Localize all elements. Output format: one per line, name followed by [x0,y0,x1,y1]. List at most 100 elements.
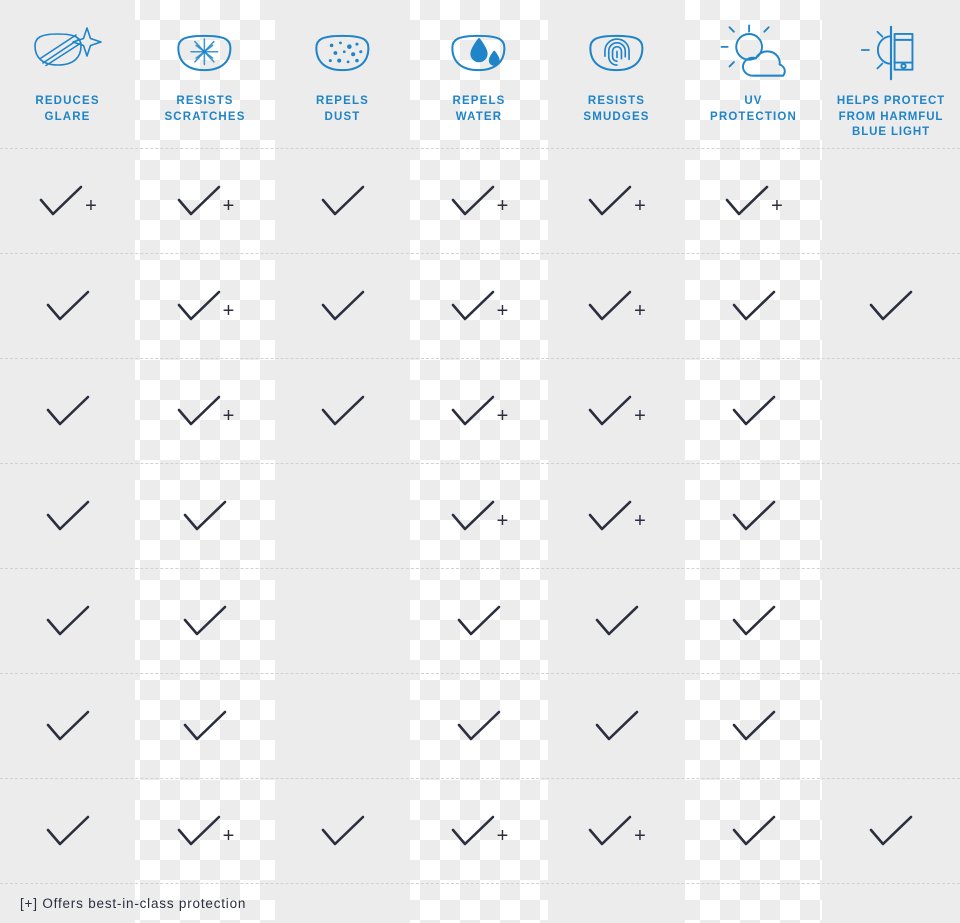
check-icon [731,709,777,743]
header-cell-repels-water: REPELS WATER [410,0,548,148]
cell-row-6-resists-scratches [135,673,275,778]
header-cell-resists-smudges: RESISTS SMUDGES [548,0,685,148]
check-icon [45,289,91,323]
best-in-class-plus: + [496,299,509,322]
best-in-class-plus: + [634,194,646,217]
check-plus-icon: + [450,184,508,218]
best-in-class-plus: + [222,299,235,322]
check-plus-icon: + [176,814,235,848]
check-icon [456,604,502,638]
cell-row-2-resists-scratches: + [135,253,275,358]
check-plus-icon: + [587,394,646,428]
cell-row-5-resists-smudges [548,568,685,673]
cell-row-1-resists-scratches: + [135,148,275,253]
cell-row-4-repels-dust [275,463,410,568]
table-footer: [+] Offers best-in-class protection [0,883,960,923]
check-plus-icon: + [450,289,509,323]
cell-row-5-repels-water [410,568,548,673]
cell-row-5-reduces-glare [0,568,135,673]
check-icon [182,604,228,638]
check-icon [320,814,366,848]
cell-row-3-resists-scratches: + [135,358,275,463]
lens-water-drop-icon [446,22,512,84]
features-comparison-table: REDUCES GLARE RESISTS SCRATCHES REPELS DUS… [0,0,960,923]
cell-row-3-resists-smudges: + [548,358,685,463]
cell-row-1-repels-water: + [410,148,548,253]
cell-row-2-reduces-glare [0,253,135,358]
header-label-uv-protection: UV PROTECTION [710,95,797,123]
check-icon [45,709,91,743]
cell-row-5-repels-dust [275,568,410,673]
cell-row-1-blue-light [822,148,960,253]
cell-row-2-repels-water: + [410,253,548,358]
check-icon [320,184,366,218]
check-icon [731,814,777,848]
cell-row-3-blue-light [822,358,960,463]
header-label-resists-scratches: RESISTS SCRATCHES [164,95,246,123]
header-cell-repels-dust: REPELS DUST [275,0,410,148]
check-icon [868,289,914,323]
header-label-resists-smudges: RESISTS SMUDGES [583,95,650,123]
header-cell-resists-scratches: RESISTS SCRATCHES [135,0,275,148]
cell-row-4-resists-scratches [135,463,275,568]
header-label-repels-dust: REPELS DUST [316,95,369,123]
best-in-class-plus: + [634,509,646,532]
header-cell-blue-light: HELPS PROTECT FROM HARMFUL BLUE LIGHT [822,0,960,148]
check-plus-icon: + [724,184,783,218]
cell-row-1-reduces-glare: + [0,148,135,253]
cell-row-4-repels-water: + [410,463,548,568]
check-icon [45,604,91,638]
best-in-class-plus: + [222,824,235,847]
cell-row-7-repels-dust [275,778,410,883]
check-plus-icon: + [587,289,646,323]
best-in-class-plus: + [496,404,509,427]
best-in-class-plus: + [222,404,235,427]
cell-row-7-repels-water: + [410,778,548,883]
cell-row-4-uv-protection [685,463,822,568]
check-icon [731,289,777,323]
check-icon [45,499,91,533]
cell-row-1-repels-dust [275,148,410,253]
header-label-repels-water: REPELS WATER [452,95,506,123]
check-icon [320,289,366,323]
cell-row-2-uv-protection [685,253,822,358]
check-icon [45,394,91,428]
cell-row-2-resists-smudges: + [548,253,685,358]
check-plus-icon: + [38,184,97,218]
check-plus-icon: + [176,394,235,428]
cell-row-5-resists-scratches [135,568,275,673]
best-in-class-plus: + [85,194,97,217]
cell-row-5-uv-protection [685,568,822,673]
best-in-class-plus: + [222,194,235,217]
check-plus-icon: + [176,184,235,218]
cell-row-6-uv-protection [685,673,822,778]
cell-row-3-repels-dust [275,358,410,463]
cell-row-6-repels-water [410,673,548,778]
check-plus-icon: + [450,499,508,533]
check-icon [456,709,502,743]
cell-row-7-resists-scratches: + [135,778,275,883]
cell-row-7-reduces-glare [0,778,135,883]
header-label-reduces-glare: REDUCES GLARE [35,95,100,123]
cell-row-6-repels-dust [275,673,410,778]
check-plus-icon: + [587,499,646,533]
cell-row-4-reduces-glare [0,463,135,568]
check-icon [182,499,228,533]
cell-row-7-uv-protection [685,778,822,883]
best-in-class-plus: + [634,404,646,427]
cell-row-2-repels-dust [275,253,410,358]
cell-row-2-blue-light [822,253,960,358]
cell-row-1-resists-smudges: + [548,148,685,253]
header-label-blue-light: HELPS PROTECT FROM HARMFUL BLUE LIGHT [836,95,946,138]
cell-row-6-blue-light [822,673,960,778]
check-plus-icon: + [587,814,646,848]
lens-scratch-icon [172,22,238,84]
check-icon [182,709,228,743]
check-icon [731,604,777,638]
footnote-text: [+] Offers best-in-class protection [20,895,247,911]
check-icon [731,394,777,428]
check-icon [320,394,366,428]
check-plus-icon: + [450,814,508,848]
check-icon [868,814,914,848]
best-in-class-plus: + [634,824,646,847]
